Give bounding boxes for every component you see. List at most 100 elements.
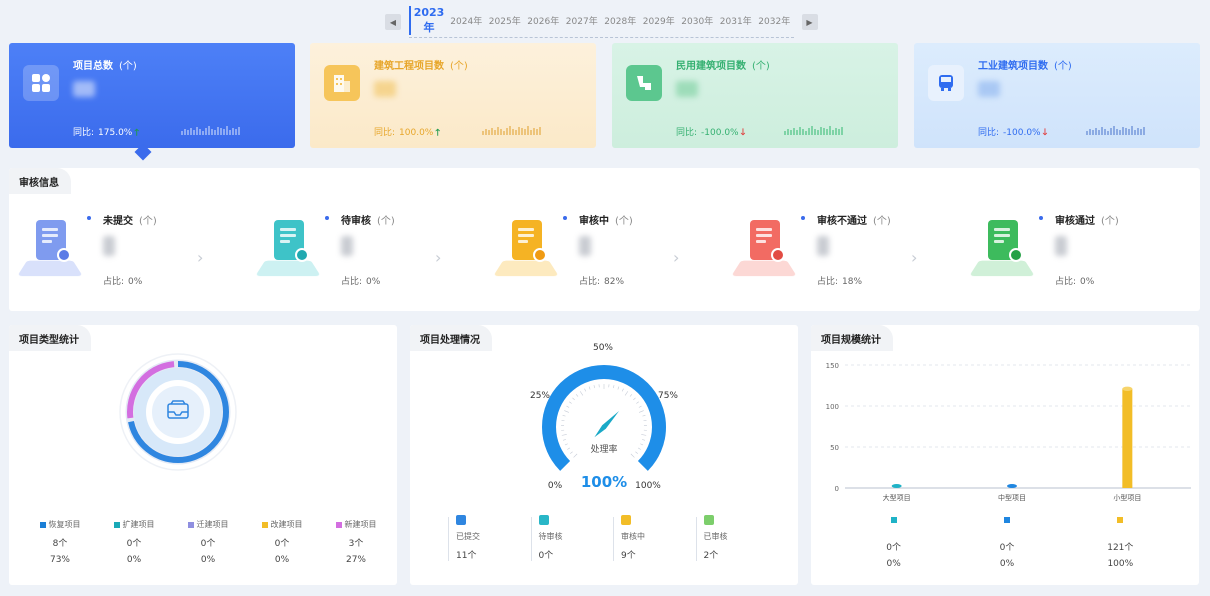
legend-item[interactable]: 新建项目 3个 27% [319,519,393,565]
x-tick-label: 大型项目 [883,493,911,502]
audit-ratio: 占比: 0% [103,277,143,287]
audit-item-title: 审核中 (个) [579,216,633,227]
audit-item-approved[interactable]: 审核通过 (个) 占比: 0% [965,206,1195,296]
sparkline [784,125,846,135]
audit-value-blurred [341,236,353,256]
year-tab[interactable]: 2023年 [409,6,447,35]
year-tab[interactable]: 2032年 [755,14,794,27]
scale-bar-chart: 0 50 100 150 大型项目 中型项目 小型项目 [826,362,1191,502]
chevron-right-icon: › [911,248,918,267]
x-tick-label: 小型项目 [1113,493,1141,502]
legend-item[interactable]: 恢复项目 8个 73% [23,519,97,565]
gauge-label-50: 50% [593,343,613,353]
audit-item-title: 未提交 (个) [103,216,157,227]
bar-base-2 [1122,484,1133,488]
card-industrial-projects[interactable]: 工业建筑项目数 (个) 同比: -100.0% 🡓 [914,43,1200,148]
audit-item-unsubmitted[interactable]: 未提交 (个) 占比: 0% › [13,206,243,296]
card-yoy: 同比: 100.0% 🡑 [374,128,441,138]
legend-item[interactable]: 迁建项目 0个 0% [171,519,245,565]
processing-gauge: 50% 25% 75% 0% 100% 处理率 100% [530,343,678,491]
sparkline [1086,125,1148,135]
chevron-right-icon: › [673,248,680,267]
year-tab[interactable]: 2029年 [640,14,679,27]
type-legend: 恢复项目 8个 73% 扩建项目 0个 0% 迁建项目 0个 0% 改建项目 0个 0% 新建项… [23,519,393,565]
year-tab[interactable]: 2024年 [447,14,486,27]
audit-item-reviewing[interactable]: 审核中 (个) 占比: 82% › [489,206,719,296]
legend-item[interactable]: 改建项目 0个 0% [245,519,319,565]
gauge-caption: 处理率 [590,443,617,455]
sparkline [482,125,544,135]
y-tick-label: 150 [826,362,839,370]
audit-item-title: 待审核 (个) [341,216,395,227]
arrow-up-icon: 🡑 [134,128,140,138]
card-value-blurred [676,81,698,97]
year-tab[interactable]: 2025年 [486,14,525,27]
scale-summary: 0个 0% 0个 0% 121个 100% [837,517,1177,569]
pipe-icon [626,65,662,101]
audit-value-blurred [103,236,115,256]
audit-item-title: 审核不通过 (个) [817,216,891,227]
audit-ratio: 占比: 82% [579,277,625,287]
card-title: 建筑工程项目数 (个) [374,61,468,72]
gauge-label-25: 25% [530,391,550,401]
caret-right-icon: ▶ [806,17,813,27]
bar-cap-2 [1122,386,1133,391]
gauge-needle [594,410,620,438]
upload-doc-icon [456,515,466,525]
year-next-button[interactable]: ▶ [801,14,818,30]
project-processing-panel: 项目处理情况 50% 25% 75% 0% 100% 处理率 100% 已提交 1… [410,325,798,585]
y-tick-label: 0 [835,485,839,493]
legend-item[interactable]: 扩建项目 0个 0% [97,519,171,565]
year-tab[interactable]: 2031年 [717,14,756,27]
audit-panel: 审核信息 未提交(个) 占比:0% › 待审核(个) 占比:0% › 审 [9,168,1200,311]
year-tab[interactable]: 2028年 [601,14,640,27]
document-alert-icon [731,220,797,280]
arrow-down-icon: 🡓 [740,128,746,138]
card-total-projects[interactable]: 项目总数 (个) 同比: 175.0% 🡑 [9,43,295,148]
year-tab[interactable]: 2026年 [524,14,563,27]
arrow-up-icon: 🡑 [435,128,441,138]
card-title: 工业建筑项目数 (个) [978,61,1072,72]
project-type-panel: 项目类型统计 恢复项目 8个 73% 扩建项目 0个 0% 迁建项目 0个 0% 改建项目 0… [9,325,397,585]
process-status-list: 已提交 11个 待审核 0个 审核中 9个 已审核 2个 [448,515,778,561]
audit-ratio: 占比: 18% [817,277,863,287]
card-construction-projects[interactable]: 建筑工程项目数 (个) 同比: 100.0% 🡑 [310,43,596,148]
y-tick-label: 50 [830,444,839,452]
year-tab[interactable]: 2027年 [563,14,602,27]
card-civil-projects[interactable]: 民用建筑项目数 (个) 同比: -100.0% 🡓 [612,43,898,148]
card-yoy: 同比: -100.0% 🡓 [978,128,1048,138]
status-item[interactable]: 审核中 9个 [613,515,696,561]
year-tab[interactable]: 2030年 [678,14,717,27]
audit-item-pending[interactable]: 待审核 (个) 占比: 0% › [251,206,481,296]
card-title: 民用建筑项目数 (个) [676,61,770,72]
chevron-right-icon: › [197,248,204,267]
audit-item-title: 审核通过 (个) [1055,216,1119,227]
document-clock-icon [17,220,83,280]
building-icon [324,65,360,101]
panel-title: 审核信息 [9,168,71,194]
card-value-blurred [978,81,1000,97]
gauge-value: 100% [581,473,627,491]
status-item[interactable]: 待审核 0个 [530,515,614,561]
caret-left-icon: ◀ [389,17,397,27]
pending-doc-icon [538,515,549,525]
year-prev-button[interactable]: ◀ [385,14,401,30]
scale-item[interactable]: 0个 0% [950,517,1063,569]
sparkline [181,125,243,135]
card-value-blurred [374,81,396,97]
card-yoy: 同比: -100.0% 🡓 [676,128,746,138]
bar-2[interactable] [1122,388,1133,488]
audit-item-rejected[interactable]: 审核不通过 (个) 占比: 18% › [727,206,957,296]
audit-value-blurred [817,236,829,256]
grid-apps-icon [23,65,59,101]
card-title: 项目总数 (个) [73,61,137,72]
scale-item[interactable]: 0个 0% [837,517,950,569]
document-refresh-icon [493,220,559,280]
review-doc-icon [621,515,631,525]
scale-item[interactable]: 121个 100% [1064,517,1177,569]
status-item[interactable]: 已审核 2个 [695,515,779,561]
chevron-right-icon: › [435,248,442,267]
project-scale-panel: 项目规模统计 0 50 100 150 大型项目 中型项目 小型项目 0个 0% 0个 0% 1… [811,325,1199,585]
y-tick-label: 100 [826,403,839,411]
status-item[interactable]: 已提交 11个 [448,515,531,561]
